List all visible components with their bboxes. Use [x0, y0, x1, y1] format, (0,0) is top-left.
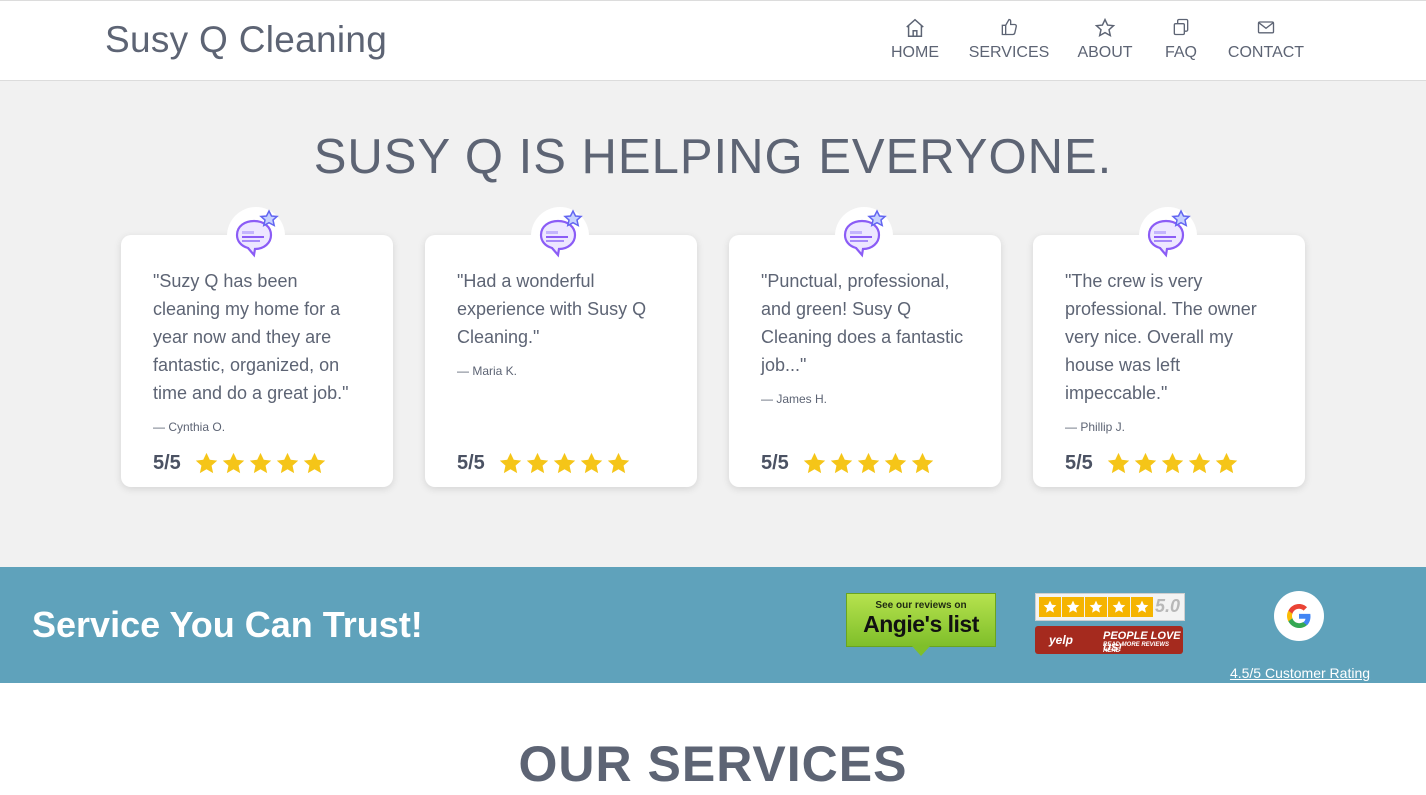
review-quote: "The crew is very professional. The owne… [1065, 267, 1280, 435]
yelp-stars-icon [1039, 597, 1154, 617]
review-chat-icon [1139, 207, 1197, 265]
angies-list-caption: See our reviews on [875, 600, 967, 611]
review-author: — Maria K. [457, 364, 518, 378]
review-rating: 5/5 [457, 450, 632, 477]
star-icon [551, 450, 578, 477]
review-quote-text: "Suzy Q has been cleaning my home for a … [153, 271, 349, 403]
yelp-love-banner: yelp PEOPLE LOVE US! READ MORE REVIEWS H… [1035, 626, 1183, 654]
brand-logo-text[interactable]: Susy Q Cleaning [105, 19, 387, 61]
star-icon [1159, 450, 1186, 477]
trust-title: Service You Can Trust! [32, 604, 423, 645]
star-icon [1186, 450, 1213, 477]
testimonials-section: SUSY Q IS HELPING EVERYONE. "Suzy Q has … [0, 81, 1426, 567]
copy-icon [1161, 17, 1201, 39]
trust-banner: Service You Can Trust! See our reviews o… [0, 567, 1426, 683]
star-icon [193, 450, 220, 477]
home-icon [884, 17, 946, 39]
mail-icon [1224, 17, 1308, 39]
review-score: 5/5 [153, 452, 181, 474]
google-icon [1274, 591, 1324, 641]
nav-home[interactable]: HOME [884, 17, 946, 62]
review-card: "Suzy Q has been cleaning my home for a … [121, 207, 393, 487]
star-icon [828, 450, 855, 477]
nav-faq[interactable]: FAQ [1161, 17, 1201, 62]
angies-list-badge[interactable]: See our reviews on Angie's list [846, 593, 996, 657]
review-rating: 5/5 [1065, 450, 1240, 477]
star-icon [1105, 450, 1132, 477]
review-quote-text: "Punctual, professional, and green! Susy… [761, 271, 964, 375]
yelp-rating-bar: 5.0 [1035, 593, 1185, 621]
nav-faq-label: FAQ [1164, 44, 1197, 61]
angies-list-logo: Angie's list [863, 611, 979, 637]
yelp-logo: yelp [1049, 633, 1074, 647]
star-icon [1132, 450, 1159, 477]
review-score: 5/5 [457, 452, 485, 474]
review-author: — Phillip J. [1065, 420, 1126, 434]
services-section: OUR SERVICES [0, 683, 1426, 795]
review-card: "Had a wonderful experience with Susy Q … [425, 207, 697, 487]
angies-list-pointer [912, 646, 930, 656]
five-star-icons [1105, 450, 1240, 477]
review-score: 5/5 [761, 452, 789, 474]
star-icon [524, 450, 551, 477]
services-title: OUR SERVICES [518, 736, 908, 792]
star-icon [497, 450, 524, 477]
thumbs-up-icon [966, 17, 1052, 39]
review-rating: 5/5 [761, 450, 936, 477]
star-icon [882, 450, 909, 477]
nav-services-label: SERVICES [968, 44, 1050, 61]
review-quote: "Punctual, professional, and green! Susy… [761, 267, 976, 407]
yelp-badge[interactable]: 5.0 yelp PEOPLE LOVE US! READ MORE REVIE… [1035, 593, 1185, 657]
review-author: — Cynthia O. [153, 420, 226, 434]
star-icon [274, 450, 301, 477]
review-quote: "Had a wonderful experience with Susy Q … [457, 267, 672, 379]
nav-contact[interactable]: CONTACT [1224, 17, 1308, 62]
review-card: "Punctual, professional, and green! Susy… [729, 207, 1001, 487]
star-icon [909, 450, 936, 477]
review-quote-text: "Had a wonderful experience with Susy Q … [457, 271, 647, 347]
star-icon [578, 450, 605, 477]
five-star-icons [193, 450, 328, 477]
review-quote: "Suzy Q has been cleaning my home for a … [153, 267, 368, 435]
review-chat-icon [227, 207, 285, 265]
star-icon [247, 450, 274, 477]
star-icon [855, 450, 882, 477]
star-icon [1213, 450, 1240, 477]
nav-about[interactable]: ABOUT [1073, 17, 1137, 62]
review-author: — James H. [761, 392, 828, 406]
testimonials-title: SUSY Q IS HELPING EVERYONE. [313, 130, 1113, 184]
five-star-icons [801, 450, 936, 477]
review-chat-icon [835, 207, 893, 265]
review-chat-icon [531, 207, 589, 265]
site-header: Susy Q Cleaning HOME SERVICES ABOUT FAQ … [0, 0, 1426, 81]
review-rating: 5/5 [153, 450, 328, 477]
yelp-score: 5.0 [1154, 596, 1180, 616]
review-quote-text: "The crew is very professional. The owne… [1065, 271, 1257, 403]
star-icon [1073, 17, 1137, 39]
review-card: "The crew is very professional. The owne… [1033, 207, 1305, 487]
google-rating-link[interactable]: 4.5/5 Customer Rating [1226, 665, 1374, 681]
star-icon [301, 450, 328, 477]
review-score: 5/5 [1065, 452, 1093, 474]
star-icon [605, 450, 632, 477]
nav-home-label: HOME [891, 44, 939, 61]
five-star-icons [497, 450, 632, 477]
star-icon [220, 450, 247, 477]
yelp-more-text: READ MORE REVIEWS HERE [1103, 642, 1170, 654]
star-icon [801, 450, 828, 477]
nav-contact-label: CONTACT [1227, 44, 1305, 61]
nav-services[interactable]: SERVICES [966, 17, 1052, 62]
nav-about-label: ABOUT [1077, 44, 1133, 61]
